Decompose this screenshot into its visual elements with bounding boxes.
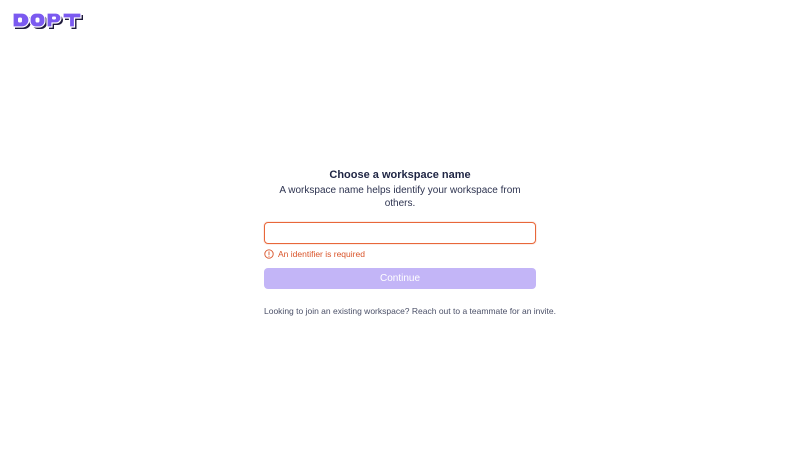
page: Choose a workspace name A workspace name… <box>0 0 800 474</box>
workspace-form: Choose a workspace name A workspace name… <box>264 168 557 317</box>
dopt-logo[interactable] <box>12 11 86 33</box>
error-message: An identifier is required <box>278 248 365 259</box>
workspace-name-input[interactable] <box>264 222 536 244</box>
alert-circle-icon <box>264 248 274 259</box>
page-title: Choose a workspace name <box>329 169 471 181</box>
logo-letters <box>12 12 82 28</box>
continue-button[interactable]: Continue <box>264 268 536 289</box>
page-subtitle: A workspace name helps identify your wor… <box>279 185 521 209</box>
validation-error: An identifier is required <box>264 247 536 260</box>
join-workspace-hint: Looking to join an existing workspace? R… <box>264 306 557 316</box>
